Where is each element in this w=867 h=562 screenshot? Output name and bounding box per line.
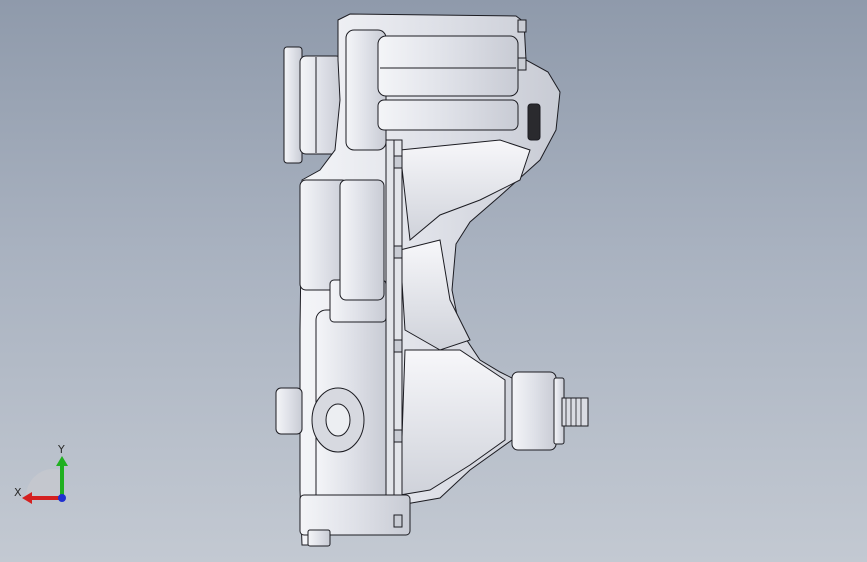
coordinate-triad: X Y <box>14 443 68 504</box>
bolt <box>517 19 527 33</box>
rear-output-housing <box>511 371 557 451</box>
x-axis-label: X <box>14 486 22 499</box>
graphics-viewport[interactable]: X Y <box>0 0 867 562</box>
bolt <box>393 429 403 443</box>
input-flange <box>283 46 303 164</box>
bolt <box>393 245 403 259</box>
z-axis-icon <box>58 494 66 502</box>
transfer-case-model[interactable] <box>0 0 867 562</box>
bolt <box>393 339 403 353</box>
bolt <box>393 155 403 169</box>
bolt <box>517 57 527 71</box>
bolt <box>393 514 403 528</box>
front-output-stub <box>275 387 303 435</box>
y-axis-label: Y <box>57 443 65 456</box>
